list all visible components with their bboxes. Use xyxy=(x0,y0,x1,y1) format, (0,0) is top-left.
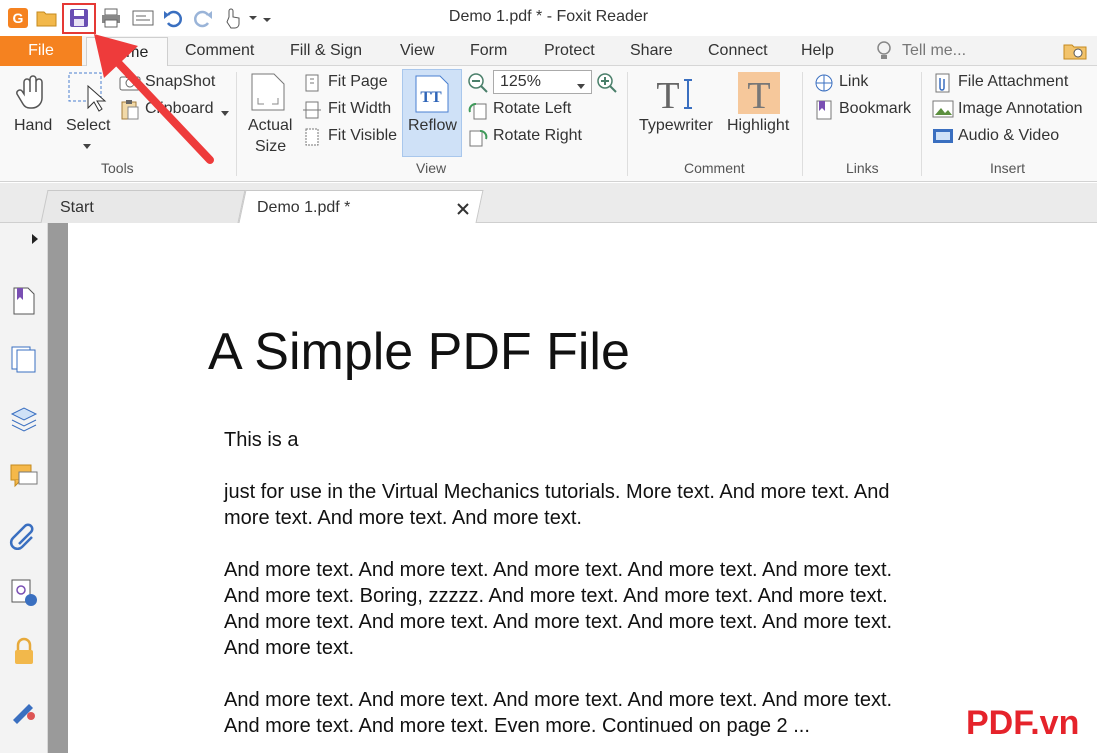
tab-connect[interactable]: Connect xyxy=(708,42,768,60)
fit-width-icon[interactable] xyxy=(302,100,322,125)
search-folder-icon[interactable] xyxy=(1063,40,1089,67)
highlight-icon[interactable]: T xyxy=(738,72,780,119)
red-arrow-annotation xyxy=(94,34,214,164)
fit-page-icon[interactable] xyxy=(302,73,322,98)
tab-demo-label[interactable]: Demo 1.pdf * xyxy=(257,199,350,217)
layers-panel-icon[interactable] xyxy=(9,404,39,434)
highlight-label[interactable]: Highlight xyxy=(727,117,789,135)
certify-panel-icon[interactable] xyxy=(9,694,39,724)
typewriter-label[interactable]: Typewriter xyxy=(639,117,713,135)
zoom-value[interactable]: 125% xyxy=(500,73,541,91)
hand-icon[interactable] xyxy=(16,74,50,119)
fit-page-label[interactable]: Fit Page xyxy=(328,73,388,91)
insert-group-label: Insert xyxy=(990,160,1026,176)
rotate-right-label[interactable]: Rotate Right xyxy=(493,127,582,145)
file-menu-tab[interactable]: File xyxy=(0,36,82,66)
audio-video-label[interactable]: Audio & Video xyxy=(958,127,1059,145)
view-group-label: View xyxy=(416,160,447,176)
link-icon[interactable] xyxy=(814,73,836,98)
attachments-panel-icon[interactable] xyxy=(9,520,39,551)
file-attachment-label[interactable]: File Attachment xyxy=(958,73,1068,91)
svg-text:T: T xyxy=(656,75,679,114)
actual-size-label-line2[interactable]: Size xyxy=(255,138,286,156)
bookmarks-panel-icon[interactable] xyxy=(9,286,39,316)
security-lock-icon[interactable] xyxy=(9,636,39,666)
ribbon-separator xyxy=(236,72,237,176)
pdf-heading: A Simple PDF File xyxy=(208,323,630,381)
rotate-left-label[interactable]: Rotate Left xyxy=(493,100,571,118)
tab-form[interactable]: Form xyxy=(470,42,507,60)
image-annotation-icon[interactable] xyxy=(932,99,954,124)
link-label[interactable]: Link xyxy=(839,73,868,91)
svg-text:T: T xyxy=(747,75,770,114)
comment-group-label: Comment xyxy=(684,160,745,176)
zoom-in-icon[interactable] xyxy=(596,72,618,99)
fit-visible-icon[interactable] xyxy=(302,127,322,152)
pages-panel-icon[interactable] xyxy=(9,344,39,374)
audio-video-icon[interactable] xyxy=(932,127,954,150)
tab-protect[interactable]: Protect xyxy=(544,42,595,60)
watermark-logo: PDF.vn xyxy=(966,704,1080,742)
close-tab-icon[interactable] xyxy=(456,202,470,221)
pdf-paragraph-1: This is a xyxy=(224,429,299,451)
rotate-left-icon[interactable] xyxy=(467,100,489,127)
lightbulb-icon xyxy=(874,40,894,67)
comments-panel-icon[interactable] xyxy=(9,462,39,492)
tab-fill-sign[interactable]: Fill & Sign xyxy=(290,42,362,60)
tab-view[interactable]: View xyxy=(400,42,434,60)
ribbon-separator xyxy=(802,72,803,176)
pdf-paragraph-3: And more text. And more text. And more t… xyxy=(224,559,893,659)
tab-share[interactable]: Share xyxy=(630,42,673,60)
bookmark-label[interactable]: Bookmark xyxy=(839,100,911,118)
reflow-icon[interactable]: TT xyxy=(414,74,450,119)
expand-panel-icon[interactable] xyxy=(30,232,40,251)
clipboard-dropdown-icon[interactable] xyxy=(220,105,230,123)
actual-size-icon[interactable] xyxy=(250,72,286,117)
links-group-label: Links xyxy=(846,160,879,176)
actual-size-label-line1[interactable]: Actual xyxy=(248,117,292,135)
tab-help[interactable]: Help xyxy=(801,42,834,60)
signatures-panel-icon[interactable] xyxy=(9,578,39,608)
fit-width-label[interactable]: Fit Width xyxy=(328,100,391,118)
fit-visible-label[interactable]: Fit Visible xyxy=(328,127,397,145)
typewriter-icon[interactable]: T xyxy=(656,74,698,119)
rotate-right-icon[interactable] xyxy=(467,127,489,154)
pdf-paragraph-2: just for use in the Virtual Mechanics tu… xyxy=(224,481,890,529)
ribbon-separator xyxy=(921,72,922,176)
tab-start-label[interactable]: Start xyxy=(60,199,94,217)
zoom-dropdown-icon[interactable] xyxy=(576,78,586,96)
tell-me-search[interactable]: Tell me... xyxy=(902,42,966,60)
ribbon-separator xyxy=(627,72,628,176)
file-attachment-icon[interactable] xyxy=(932,72,952,99)
window-title: Demo 1.pdf * - Foxit Reader xyxy=(448,8,649,25)
page-gutter xyxy=(48,223,68,753)
reflow-label[interactable]: Reflow xyxy=(408,117,457,135)
bookmark-icon[interactable] xyxy=(814,99,834,126)
hand-tool-label[interactable]: Hand xyxy=(14,117,52,135)
pdf-paragraph-4: And more text. And more text. And more t… xyxy=(224,689,893,737)
svg-text:TT: TT xyxy=(420,89,442,106)
image-annotation-label[interactable]: Image Annotation xyxy=(958,100,1083,118)
zoom-out-icon[interactable] xyxy=(467,72,489,99)
